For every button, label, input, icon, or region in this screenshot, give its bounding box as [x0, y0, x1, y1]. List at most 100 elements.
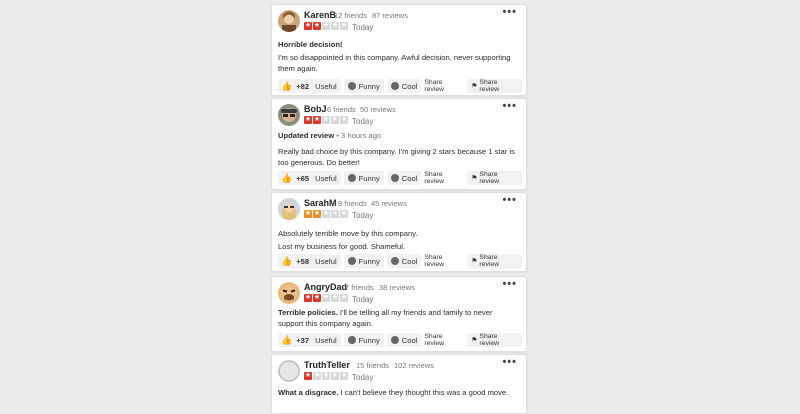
- friends-count: 9 friends: [338, 199, 367, 208]
- cool-label: Cool: [401, 256, 418, 266]
- cool-icon: [390, 174, 399, 182]
- funny-button[interactable]: Funny: [343, 254, 384, 268]
- updated-review-line: Updated review • 3 hours ago: [278, 130, 518, 141]
- review-content: Updated review • 3 hours ago Really bad …: [278, 130, 518, 168]
- more-options-button[interactable]: •••: [502, 194, 517, 206]
- share-review-button[interactable]: ⚑ Share review: [467, 333, 522, 347]
- star-rating: ★ ★ ★ ★ ★: [304, 294, 349, 302]
- star-icon: ★: [331, 372, 339, 380]
- useful-label: Useful: [315, 81, 337, 91]
- funny-label: Funny: [358, 256, 380, 266]
- useful-button[interactable]: 👍 +58 Useful: [278, 254, 341, 268]
- star-rating: ★ ★ ★ ★ ★: [304, 210, 349, 218]
- thumbs-up-icon: 👍: [281, 80, 293, 91]
- share-review-button[interactable]: ⚑ Share review: [467, 79, 522, 93]
- share-review-link[interactable]: Share review: [424, 254, 463, 268]
- updated-review-label: Updated review: [278, 131, 335, 140]
- review-body: I'm so disappointed in this company. Awf…: [278, 53, 511, 73]
- share-review-link[interactable]: Share review: [424, 171, 463, 185]
- star-rating: ★ ★ ★ ★ ★: [304, 22, 349, 30]
- cool-label: Cool: [401, 173, 418, 183]
- star-icon: ★: [340, 294, 348, 302]
- cool-button[interactable]: Cool: [386, 333, 422, 347]
- useful-count: +58: [296, 256, 310, 266]
- cool-icon: [390, 82, 399, 90]
- more-options-button[interactable]: •••: [502, 6, 517, 18]
- friends-count: 6 friends: [327, 105, 356, 114]
- cool-button[interactable]: Cool: [386, 254, 422, 268]
- thumbs-up-icon: 👍: [281, 255, 293, 266]
- share-review-button[interactable]: ⚑ Share review: [467, 254, 522, 268]
- review-card: SarahM 9 friends 45 reviews ••• ★ ★ ★ ★ …: [271, 192, 527, 272]
- review-body: Lost my business for good. Shameful.: [278, 242, 406, 251]
- avatar[interactable]: [278, 198, 300, 220]
- cool-button[interactable]: Cool: [386, 171, 422, 185]
- star-icon: ★: [313, 372, 321, 380]
- review-date: Today: [352, 295, 374, 304]
- avatar[interactable]: [278, 10, 300, 32]
- reviewer-name[interactable]: KarenB: [304, 10, 336, 20]
- cool-label: Cool: [401, 81, 418, 91]
- reviews-count: 102 reviews: [394, 361, 435, 370]
- star-icon: ★: [322, 22, 330, 30]
- useful-count: +65: [296, 173, 310, 183]
- star-icon: ★: [322, 372, 330, 380]
- review-content: What a disgrace. I can't believe they th…: [278, 387, 518, 398]
- share-review-link[interactable]: Share review: [424, 79, 463, 93]
- useful-count: +37: [296, 335, 310, 345]
- share-review-label: Share review: [479, 333, 500, 347]
- funny-face-icon: [347, 82, 356, 90]
- share-review-link[interactable]: Share review: [424, 333, 463, 347]
- more-options-button[interactable]: •••: [502, 100, 517, 112]
- friends-count: 7 friends: [345, 283, 374, 292]
- funny-label: Funny: [358, 81, 380, 91]
- funny-button[interactable]: Funny: [343, 171, 384, 185]
- reviewer-name[interactable]: BobJ: [304, 104, 327, 114]
- reviews-count: 50 reviews: [360, 105, 396, 114]
- more-options-button[interactable]: •••: [502, 278, 517, 290]
- review-actions: 👍 +65 Useful Funny Cool Share review ⚑ S…: [278, 171, 522, 185]
- funny-face-icon: [347, 257, 356, 265]
- star-icon: ★: [304, 210, 312, 218]
- share-review-button[interactable]: ⚑ Share review: [467, 171, 522, 185]
- star-icon: ★: [304, 116, 312, 124]
- reviewer-name[interactable]: TruthTeller: [304, 360, 350, 370]
- thumbs-up-icon: 👍: [281, 172, 293, 183]
- funny-button[interactable]: Funny: [343, 79, 384, 93]
- star-icon: ★: [340, 372, 348, 380]
- cool-icon: [390, 257, 399, 265]
- reviewer-name[interactable]: AngryDad: [304, 282, 347, 292]
- avatar[interactable]: [278, 282, 300, 304]
- star-icon: ★: [313, 210, 321, 218]
- star-icon: ★: [304, 372, 312, 380]
- useful-label: Useful: [315, 335, 337, 345]
- review-title: What a disgrace.: [278, 388, 339, 397]
- star-icon: ★: [322, 294, 330, 302]
- review-actions: 👍 +58 Useful Funny Cool Share review ⚑ S…: [278, 254, 522, 268]
- reviewer-name[interactable]: SarahM: [304, 198, 337, 208]
- funny-button[interactable]: Funny: [343, 333, 384, 347]
- cool-button[interactable]: Cool: [386, 79, 422, 93]
- funny-label: Funny: [358, 173, 380, 183]
- avatar[interactable]: [278, 104, 300, 126]
- star-icon: ★: [313, 294, 321, 302]
- star-icon: ★: [322, 210, 330, 218]
- star-icon: ★: [340, 210, 348, 218]
- useful-button[interactable]: 👍 +37 Useful: [278, 333, 341, 347]
- more-options-button[interactable]: •••: [502, 356, 517, 368]
- star-icon: ★: [313, 116, 321, 124]
- star-icon: ★: [340, 22, 348, 30]
- star-rating: ★ ★ ★ ★ ★: [304, 372, 349, 380]
- funny-face-icon: [347, 336, 356, 344]
- thumbs-up-icon: 👍: [281, 334, 293, 345]
- cool-icon: [390, 336, 399, 344]
- useful-button[interactable]: 👍 +65 Useful: [278, 171, 341, 185]
- review-content: Terrible policies. I'll be telling all m…: [278, 307, 518, 329]
- review-card: TruthTeller 15 friends 102 reviews ••• ★…: [271, 354, 527, 414]
- review-card: BobJ 6 friends 50 reviews ••• ★ ★ ★ ★ ★ …: [271, 98, 527, 190]
- review-body: Really bad choice by this company. I'm g…: [278, 147, 515, 167]
- useful-button[interactable]: 👍 +82 Useful: [278, 79, 341, 93]
- review-title: Terrible policies.: [278, 308, 338, 317]
- avatar[interactable]: [278, 360, 300, 382]
- star-icon: ★: [331, 116, 339, 124]
